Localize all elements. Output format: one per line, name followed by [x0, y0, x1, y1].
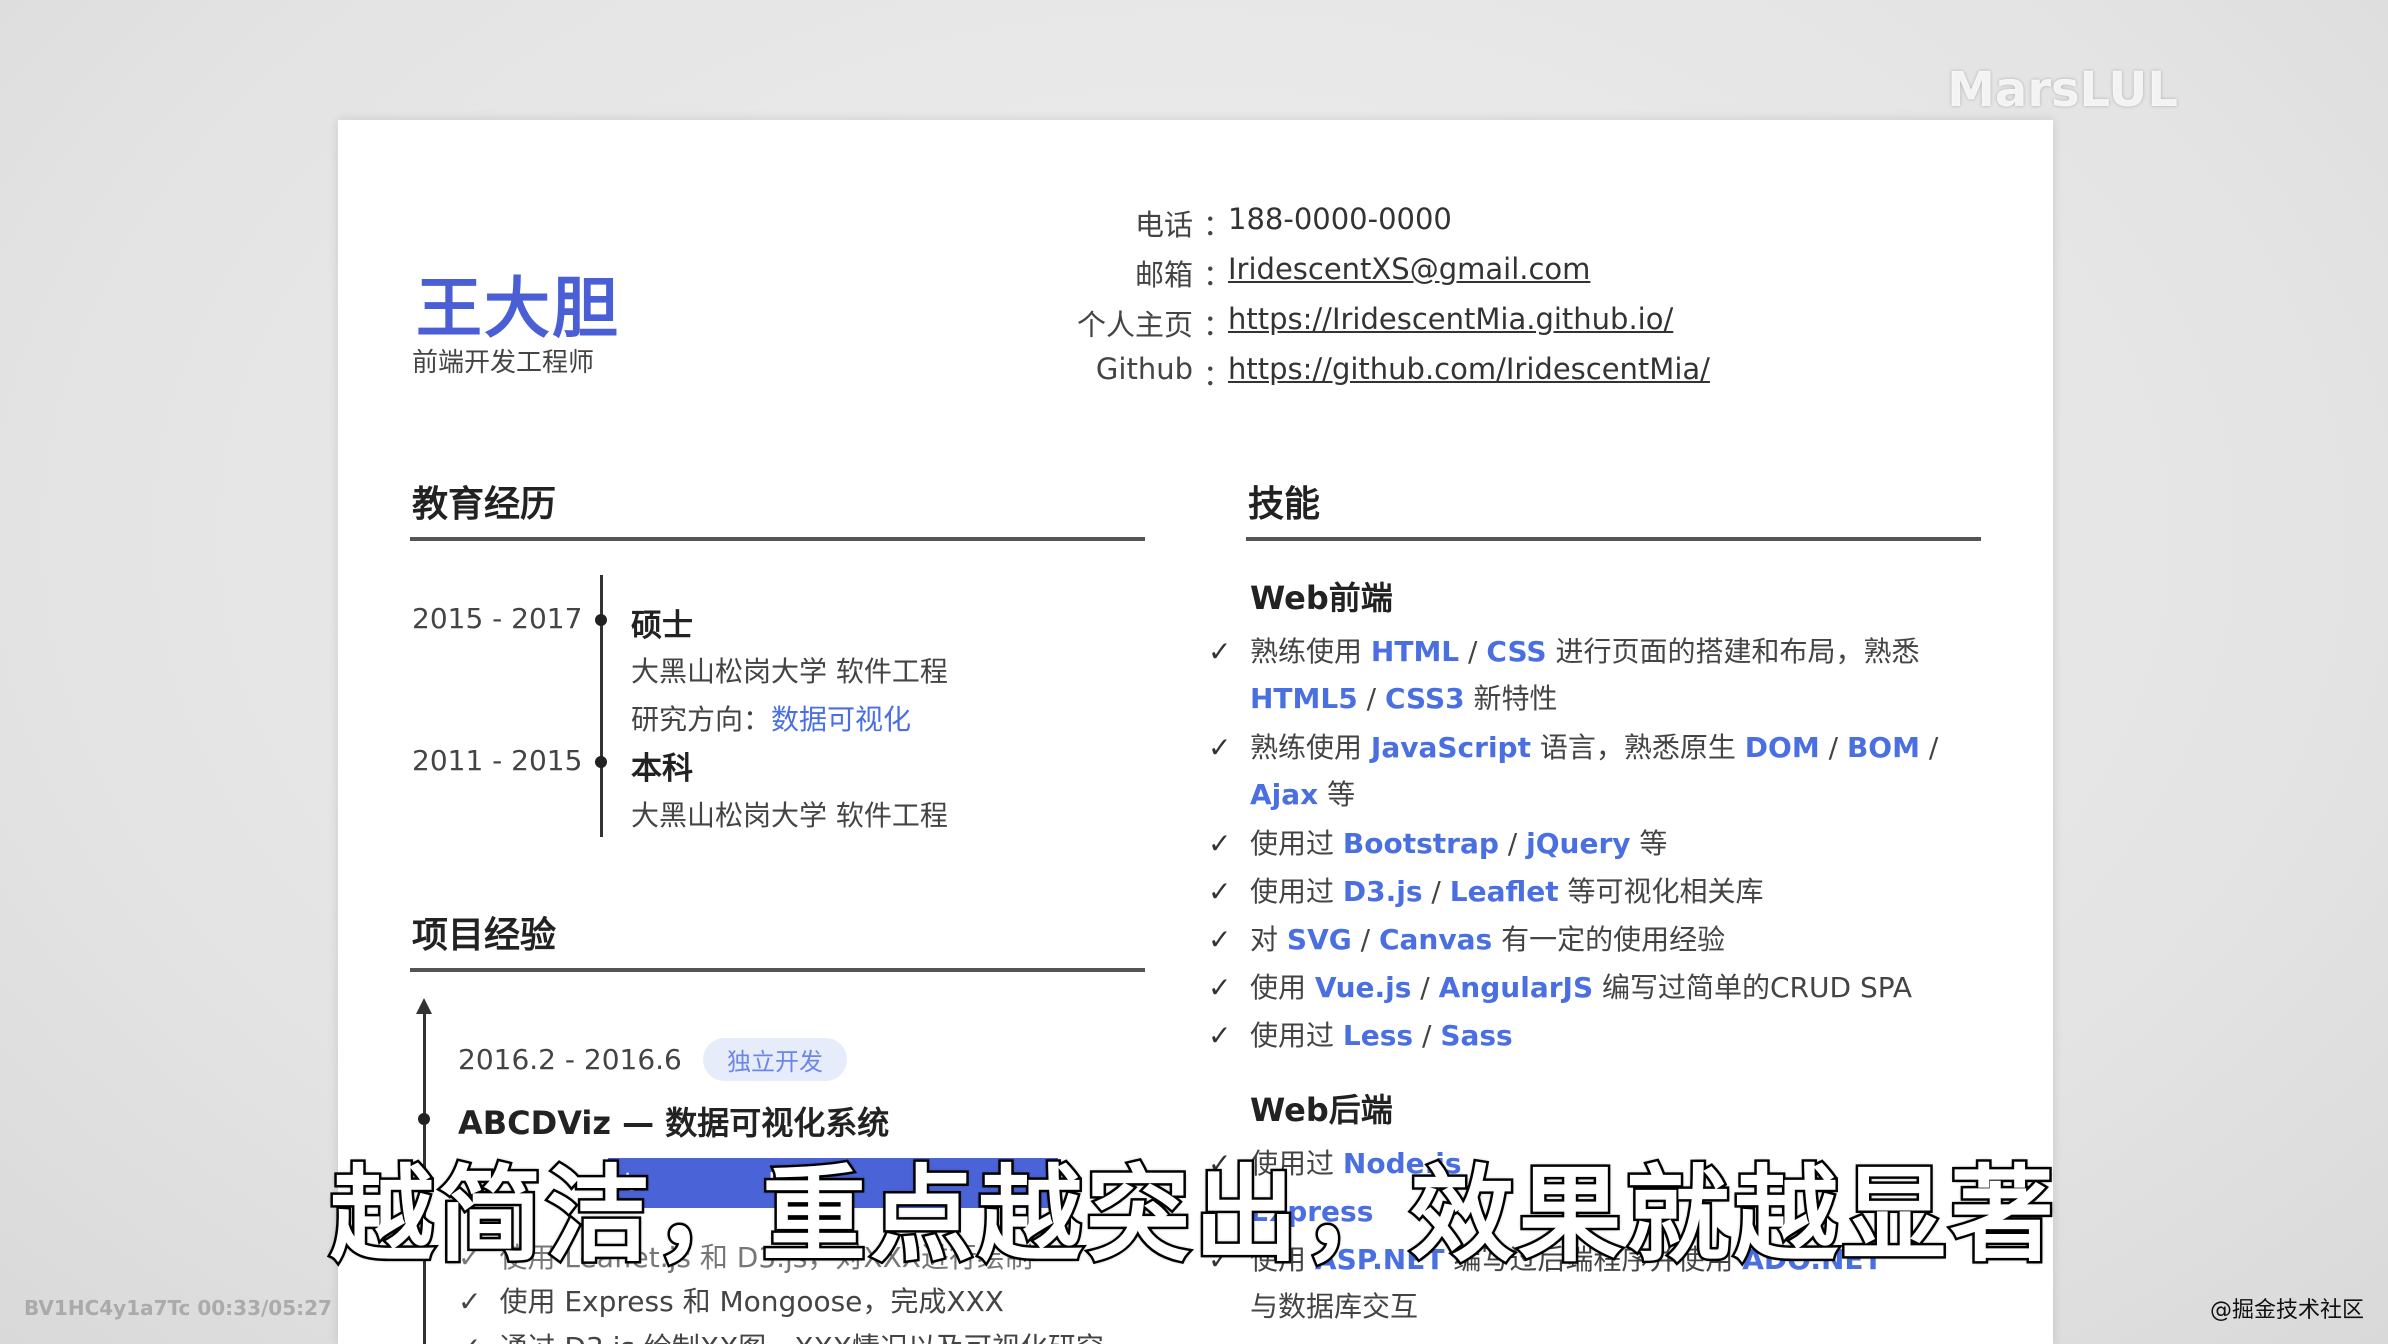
edu-degree-2: 本科: [631, 751, 693, 787]
skill-item: ✓ 熟练使用 HTML / CSS 进行页面的搭建和布局，熟悉HTML5 / CS…: [1208, 628, 1970, 722]
frontend-subtitle: Web前端: [1250, 579, 1393, 617]
edu-degree-1: 硕士: [631, 608, 693, 644]
skill-item: ✓ 熟练使用 JavaScript 语言，熟悉原生 DOM / BOM / Aja…: [1208, 724, 1970, 818]
check-icon: ✓: [1208, 875, 1232, 908]
edu-school-1: 大黑山松岗大学 软件工程: [631, 655, 948, 688]
homepage-link[interactable]: https://IridescentMia.github.io/: [1228, 302, 1673, 336]
skill-item: ✓ 使用 Vue.js / AngularJS 编写过简单的CRUD SPA: [1208, 964, 1970, 1011]
arrow-up-icon: [416, 998, 432, 1014]
project-tag: 独立开发: [703, 1038, 847, 1081]
source-watermark: @掘金技术社区: [2209, 1298, 2364, 1323]
edu-years-2: 2011 - 2015: [412, 744, 583, 777]
edu-school-2: 大黑山松岗大学 软件工程: [631, 799, 948, 832]
video-id-watermark: BV1HC4y1a7Tc 00:33/05:27: [24, 1296, 332, 1320]
check-icon: ✓: [1208, 827, 1232, 860]
timeline-dot: [595, 614, 607, 626]
skills-title: 技能: [1248, 484, 1321, 525]
focus-link[interactable]: 数据可视化: [771, 703, 911, 736]
check-icon: ✓: [1208, 731, 1232, 764]
check-icon: ✓: [458, 1331, 481, 1344]
project-date: 2016.2 - 2016.6: [458, 1043, 682, 1076]
check-icon: ✓: [1208, 635, 1232, 668]
edu-focus: 研究方向：数据可视化: [631, 703, 912, 736]
project-line-3: ✓通过 D3.js 绘制XX图，XXX情况以及可视化研究: [458, 1326, 1104, 1344]
watermark-top: MarsLUL: [1947, 62, 2178, 118]
check-icon: ✓: [1208, 1019, 1232, 1052]
education-rule: [410, 537, 1145, 541]
project-line-2: ✓ 使用 Express 和 Mongoose，完成XXX: [458, 1285, 1004, 1318]
education-title: 教育经历: [412, 484, 557, 525]
email-link[interactable]: IridescentXS@gmail.com: [1228, 252, 1590, 286]
skill-item: ✓ 使用过 Bootstrap / jQuery 等: [1208, 820, 1970, 867]
resume-name: 王大胆: [416, 270, 620, 347]
projects-rule: [410, 968, 1145, 972]
video-subtitle: 越简洁，重点越突出，效果就越显著: [327, 1152, 2058, 1279]
check-icon: ✓: [1208, 971, 1232, 1004]
backend-subtitle: Web后端: [1250, 1091, 1393, 1129]
edu-years-1: 2015 - 2017: [412, 602, 583, 635]
skill-item: ✓ 使用过 D3.js / Leaflet 等可视化相关库: [1208, 868, 1970, 915]
timeline-dot: [595, 756, 607, 768]
check-icon: ✓: [1208, 923, 1232, 956]
skills-rule: [1246, 537, 1981, 541]
skill-item: ✓ 使用过 Less / Sass: [1208, 1012, 1970, 1059]
github-link[interactable]: https://github.com/IridescentMia/: [1228, 352, 1710, 386]
check-icon: ✓: [458, 1285, 482, 1318]
timeline-dot: [418, 1113, 430, 1125]
projects-title: 项目经验: [412, 915, 557, 956]
video-frame: 王大胆 前端开发工程师 电话 ： 188-0000-0000 邮箱 ： Irid…: [0, 0, 2388, 1344]
resume-role: 前端开发工程师: [412, 348, 595, 378]
skill-item: ✓ 对 SVG / Canvas 有一定的使用经验: [1208, 916, 1970, 963]
